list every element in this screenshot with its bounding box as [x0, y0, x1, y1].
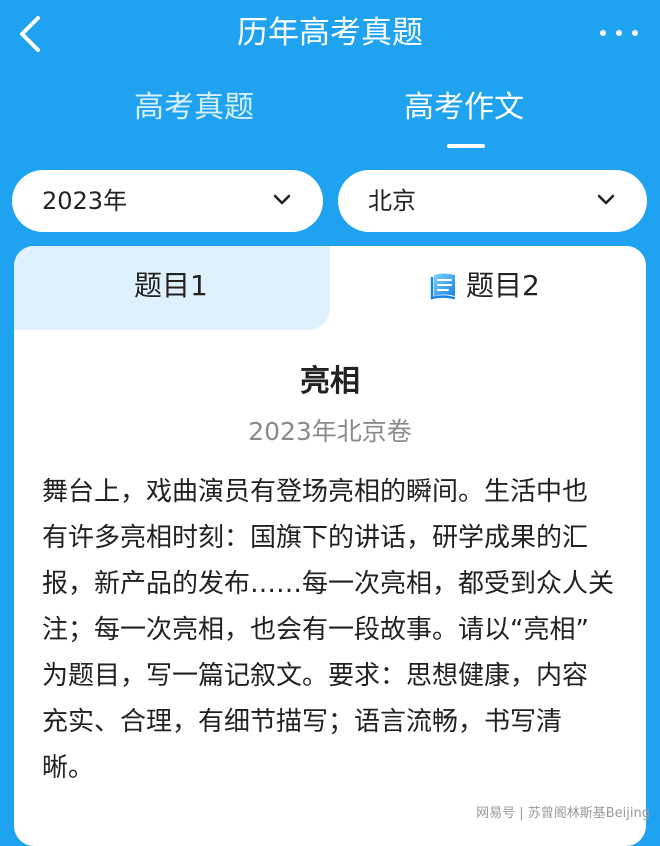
essay-prompt-line: 注；每一次亮相，也会有一段故事。请以“亮相”	[42, 615, 589, 645]
more-options-button[interactable]	[600, 18, 638, 48]
region-dropdown-value: 北京	[368, 187, 416, 215]
tab-question-1[interactable]: 题目1	[14, 246, 330, 330]
top-bar: 历年高考真题	[0, 0, 660, 70]
more-dot-icon	[616, 30, 622, 36]
main-tabs: 高考真题 高考作文	[0, 84, 660, 154]
more-dot-icon	[600, 30, 606, 36]
question-tabs: 题目1 题目2	[14, 246, 646, 330]
essay-prompt-line: 充实、合理，有细节描写；语言流畅，书写清	[42, 707, 563, 737]
essay-prompt-line: 晰。	[42, 753, 95, 783]
page-title: 历年高考真题	[237, 15, 423, 51]
active-tab-indicator	[447, 144, 485, 148]
tab-question-2[interactable]: 题目2	[330, 246, 646, 330]
essay-source: 2023年北京卷	[248, 417, 412, 446]
region-dropdown[interactable]: 北京	[338, 170, 647, 232]
tab-question-1-label: 题目1	[134, 269, 208, 302]
year-dropdown[interactable]: 2023年	[12, 170, 323, 232]
essay-prompt-line: 有许多亮相时刻：国旗下的讲话，研学成果的汇	[42, 523, 589, 553]
essay-prompt-line: 为题目，写一篇记叙文。要求：思想健康，内容	[42, 661, 589, 691]
tab-exam-essays[interactable]: 高考作文	[404, 84, 524, 132]
more-dot-icon	[632, 30, 638, 36]
watermark: 网易号 | 苏曾阁林斯基Beijing	[476, 806, 650, 821]
tab-question-2-label: 题目2	[466, 269, 540, 302]
year-dropdown-value: 2023年	[42, 187, 128, 215]
chevron-down-icon	[597, 194, 615, 205]
essay-prompt-line: 舞台上，戏曲演员有登场亮相的瞬间。生活中也	[42, 477, 589, 507]
essay-prompt-line: 报，新产品的发布……每一次亮相，都受到众人关	[42, 569, 615, 599]
tab-exam-questions[interactable]: 高考真题	[134, 84, 254, 132]
chevron-down-icon	[273, 194, 291, 205]
essay-title: 亮相	[300, 364, 360, 399]
book-icon	[430, 273, 456, 300]
